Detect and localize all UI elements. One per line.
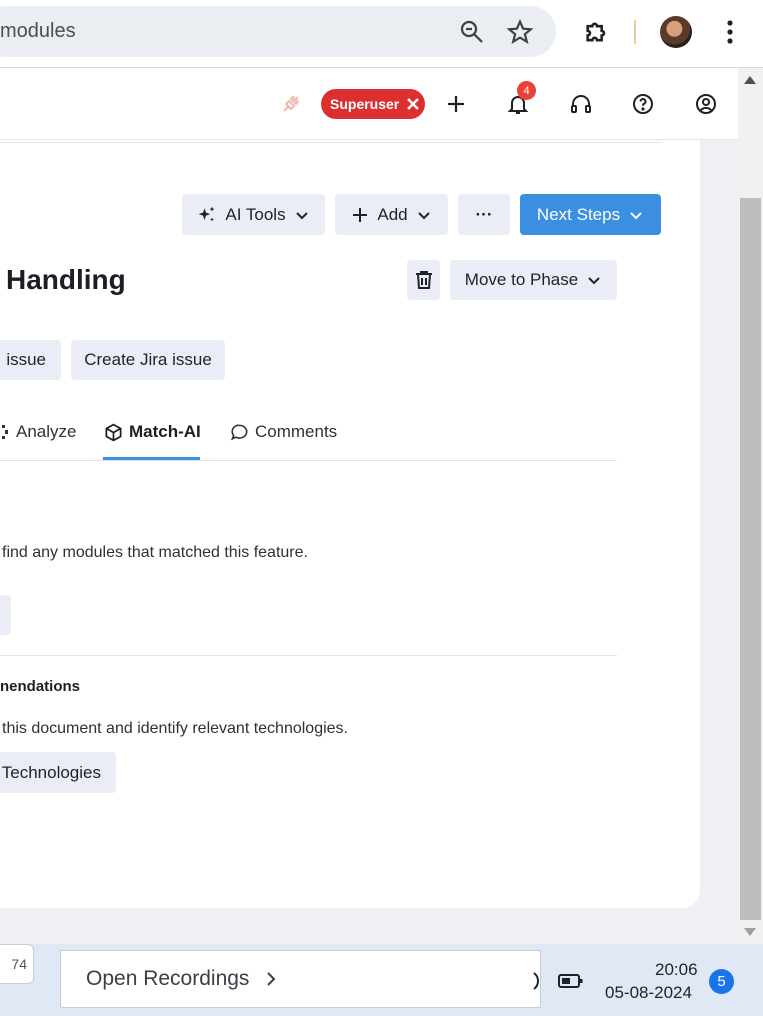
create-jira-issue-label: Create Jira issue [84,350,212,369]
battery-icon[interactable] [558,972,584,990]
zoom-icon[interactable] [459,19,485,45]
notification-count-badge: 4 [517,81,536,100]
next-steps-button[interactable]: Next Steps [520,194,661,235]
address-bar-text[interactable]: modules [0,20,76,43]
create-jira-issue-button[interactable]: Create Jira issue [71,340,225,380]
bookmark-star-icon[interactable] [507,19,533,45]
more-options-button[interactable]: ··· [458,194,510,235]
tab-match-ai[interactable]: Match-AI [104,422,201,442]
chevron-down-icon [628,207,644,223]
tab-match-ai-label: Match-AI [129,422,201,441]
chevron-down-icon [586,272,602,288]
recommendations-heading: nendations [0,678,81,695]
scroll-down-arrow-icon[interactable] [743,927,757,937]
extensions-icon[interactable] [583,18,611,46]
volume-icon[interactable] [532,970,548,992]
chevron-right-icon [265,971,277,987]
scroll-up-arrow-icon[interactable] [743,75,757,85]
clock-time[interactable]: 20:06 [655,960,698,980]
tab-analyze-label: Analyze [16,422,77,441]
add-label: Add [377,204,408,224]
help-icon[interactable] [631,92,655,116]
tab-analyze[interactable]: Analyze [0,422,76,442]
no-matches-message: find any modules that matched this featu… [2,544,308,561]
analyze-icon [0,423,10,441]
tabs-divider [0,460,617,461]
move-to-phase-button[interactable]: Move to Phase [450,260,617,300]
chevron-down-icon [416,207,432,223]
superuser-label: Superuser [330,96,400,112]
plug-icon[interactable] [279,92,303,116]
headset-icon[interactable] [569,92,593,116]
taskbar-left-tile-text: 74 [11,956,27,972]
feature-title: Handling [6,264,126,295]
more-label: ··· [475,204,493,224]
create-issue-label: issue [6,350,46,369]
identify-technologies-label: Technologies [1,762,101,782]
section-divider [0,655,617,656]
match-action-button[interactable] [0,595,11,635]
menu-dots-icon[interactable] [720,18,740,46]
tab-comments-label: Comments [255,422,338,441]
superuser-badge[interactable]: Superuser [321,89,425,119]
open-recordings-button[interactable]: Open Recordings [60,950,541,1008]
comment-icon [230,423,249,442]
account-icon[interactable] [694,92,718,116]
close-icon[interactable] [405,96,421,112]
tab-comments[interactable]: Comments [230,422,337,442]
plus-icon [351,206,369,224]
open-recordings-label: Open Recordings [86,967,250,990]
create-issue-button[interactable]: issue [0,340,61,380]
card-divider [0,142,660,143]
plus-icon[interactable] [444,92,468,116]
trash-icon [415,270,433,290]
scrollbar-thumb[interactable] [740,198,761,920]
profile-avatar[interactable] [660,16,692,48]
move-to-phase-label: Move to Phase [464,270,579,289]
ai-tools-label: AI Tools [225,204,286,224]
active-tab-indicator [103,457,200,460]
next-steps-label: Next Steps [536,204,621,224]
add-button[interactable]: Add [335,194,448,235]
sparkles-icon [197,205,217,225]
cube-icon [104,423,123,442]
toolbar-separator [634,20,636,44]
clock-date[interactable]: 05-08-2024 [605,983,692,1003]
taskbar-left-tile[interactable]: 74 [0,944,34,984]
ai-tools-button[interactable]: AI Tools [182,194,325,235]
identify-technologies-button[interactable]: Technologies [0,752,116,793]
chevron-down-icon [294,207,310,223]
recommendations-description: this document and identify relevant tech… [2,720,348,737]
delete-button[interactable] [407,260,440,300]
notification-center-badge[interactable]: 5 [709,969,734,994]
